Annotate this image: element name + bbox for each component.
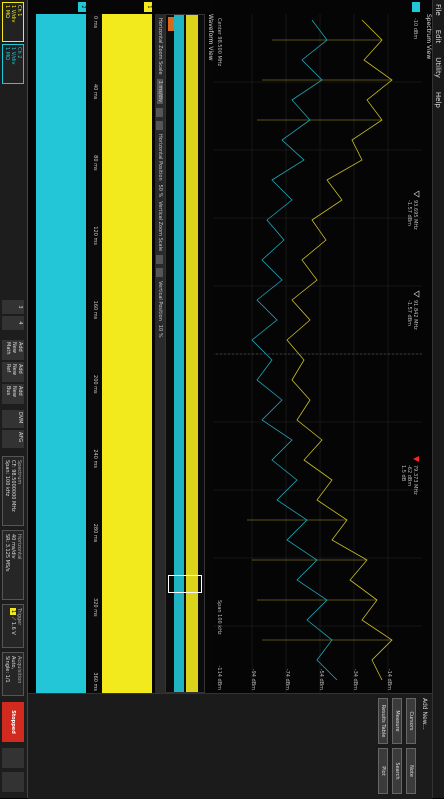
ch1-badge[interactable]: Ch 1 1 V/div 1 MΩ	[2, 2, 24, 42]
spectrum-box-title: Spectrum	[16, 460, 22, 485]
ch1-name: Ch 1	[16, 5, 22, 17]
menu-help[interactable]: Help	[435, 92, 443, 108]
cursors-button[interactable]: Cursors	[406, 698, 416, 744]
marker-1-freq: 93.695 MHz	[412, 200, 418, 230]
spectrum-plot[interactable]: -10 dBm -14 dBm -34 dBm -54 dBm -74 dBm …	[214, 0, 422, 693]
vertical-position-label: Vertical Position	[157, 281, 163, 321]
measure-button[interactable]: Measure	[392, 698, 402, 744]
marker-4-delta: 1.5 dB	[400, 465, 406, 482]
menu-edit[interactable]: Edit	[435, 30, 443, 44]
level-label: -114 dBm	[216, 666, 222, 691]
vertical-zoom-in-button[interactable]	[156, 255, 164, 265]
zoom-scale-value[interactable]: 1 ms/div	[157, 78, 163, 105]
settings-bar: Ch 1 1 V/div 1 MΩ Ch 2 1 V/div 1 MΩ 3 4 …	[0, 0, 28, 798]
zoom-overview[interactable]	[165, 14, 205, 693]
spectrum-view-title: Spectrum View	[425, 14, 432, 60]
spectrum-view[interactable]: Spectrum View -10 dBm -14 dBm -34 dBm -5…	[213, 0, 432, 693]
trigger-level: 1.6 V	[10, 621, 16, 635]
time-tick: 240 ms	[92, 449, 98, 468]
time-tick: 320 ms	[92, 598, 98, 617]
time-tick: 200 ms	[92, 375, 98, 394]
marker-2-freq: 91.842 MHz	[412, 300, 418, 330]
marker-3-freq: 79.373 MHz	[412, 465, 418, 495]
acquisition-single: Single: 1/1	[4, 656, 10, 683]
acquisition-box-title: Acquisition	[16, 656, 22, 684]
marker-3-amp: -62 dBm	[406, 465, 412, 486]
afg-button[interactable]: AFG	[2, 430, 24, 448]
ch2-name: Ch 2	[16, 47, 22, 59]
horizontal-sample-rate: SR: 3.125 MS/s	[4, 534, 10, 572]
horizontal-scale: 40 ms/div	[10, 534, 16, 559]
trigger-box-title: Trigger	[16, 608, 22, 626]
search-button[interactable]: Search	[392, 748, 402, 794]
zoom-box[interactable]	[168, 575, 202, 593]
menu-file[interactable]: File	[435, 4, 443, 16]
spectrum-cursor-handle[interactable]	[412, 2, 420, 12]
ch1-scale: 1 V/div	[10, 5, 16, 23]
ch2-scale: 1 V/div	[10, 47, 16, 65]
acquisition-settings-box[interactable]: Acquisition Auto, Single: 1/1	[2, 652, 24, 696]
level-label: -94 dBm	[250, 669, 256, 690]
vertical-zoom-label: Vertical Zoom Scale	[157, 201, 163, 252]
oscilloscope-ui: File Edit Utility Help Spectrum View -10…	[0, 0, 444, 799]
run-stop-status[interactable]: Stopped	[2, 702, 24, 742]
trigger-source: 1	[10, 608, 16, 616]
ch3-button[interactable]: 3	[2, 300, 24, 314]
spectrum-cf: CF: 98.5000000 MHz	[10, 460, 16, 512]
level-label: -34 dBm	[352, 669, 358, 690]
zoom-position-label: Horizontal Position	[157, 134, 163, 181]
zoom-control-bar: Horizontal Zoom Scale 1 ms/div Horizonta…	[155, 14, 165, 693]
ch2-badge[interactable]: Ch 2 1 V/div 1 MΩ	[2, 44, 24, 84]
waveform-trace-ch2	[36, 14, 86, 693]
time-axis: 0 ms 40 ms 80 ms 120 ms 160 ms 200 ms 24…	[88, 14, 102, 693]
level-label: -14 dBm	[386, 669, 392, 690]
zoom-scale-label: Horizontal Zoom Scale	[157, 18, 163, 75]
spectrum-span: Span: 100 kHz	[4, 460, 10, 497]
marker-2-amp: -1.57 dBm	[406, 300, 412, 326]
vertical-position-value[interactable]: 10 %	[157, 325, 163, 338]
results-table-button[interactable]: Results Table	[378, 698, 388, 744]
horizontal-settings-box[interactable]: Horizontal 40 ms/div SR: 3.125 MS/s	[2, 530, 24, 600]
waveform-view-title: Waveform View	[207, 14, 214, 61]
vertical-zoom-out-button[interactable]	[156, 268, 164, 278]
results-panel: Add New... Cursors Note Measure Search R…	[28, 693, 432, 799]
trigger-position-handle[interactable]	[168, 17, 174, 31]
time-tick: 40 ms	[92, 83, 98, 100]
center-freq-label: Center 98.500 MHz	[216, 18, 222, 67]
ch2-ground-marker[interactable]: 2	[78, 2, 86, 12]
span-label: Span 100 kHz	[216, 600, 222, 635]
dvm-button[interactable]: DVM	[2, 410, 24, 428]
zoom-position-value[interactable]: 50 %	[157, 185, 163, 198]
add-ref-button[interactable]: Add New Ref	[2, 362, 24, 382]
add-new-label: Add New...	[421, 698, 428, 730]
ch4-button[interactable]: 4	[2, 316, 24, 330]
menu-bar: File Edit Utility Help	[432, 0, 444, 798]
time-tick: 160 ms	[92, 300, 98, 320]
level-label: -54 dBm	[318, 669, 324, 690]
horizontal-box-title: Horizontal	[16, 534, 22, 560]
time-tick: 80 ms	[92, 155, 98, 171]
zoom-tool-icon[interactable]	[2, 748, 24, 768]
ref-level-label: -10 dBm	[412, 18, 418, 39]
waveform-view[interactable]: Waveform View Horizontal Zoom Scale 1 ms…	[28, 0, 214, 693]
menu-utility[interactable]: Utility	[435, 57, 443, 78]
add-bus-button[interactable]: Add New Bus	[2, 384, 24, 404]
time-tick: 120 ms	[92, 226, 98, 245]
time-tick: 280 ms	[92, 523, 98, 543]
ch1-ground-marker[interactable]: 1	[144, 2, 152, 12]
plot-button[interactable]: Plot	[378, 748, 388, 794]
waveform-trace-ch1	[102, 14, 152, 693]
zoom-in-button[interactable]	[156, 108, 164, 118]
note-button[interactable]: Note	[406, 748, 416, 794]
trash-icon[interactable]	[2, 772, 24, 792]
spectrum-settings-box[interactable]: Spectrum CF: 98.5000000 MHz Span: 100 kH…	[2, 456, 24, 526]
time-tick: 0 ms	[92, 16, 98, 29]
zoom-out-button[interactable]	[156, 121, 164, 131]
marker-1-amp: -1.57 dBm	[406, 200, 412, 226]
level-label: -74 dBm	[284, 669, 290, 690]
add-math-button[interactable]: Add New Math	[2, 340, 24, 360]
trigger-settings-box[interactable]: Trigger 1 ⟋ 1.6 V	[2, 604, 24, 648]
time-tick: 360 ms	[92, 672, 98, 691]
trigger-slope-icon: ⟋	[10, 616, 16, 621]
